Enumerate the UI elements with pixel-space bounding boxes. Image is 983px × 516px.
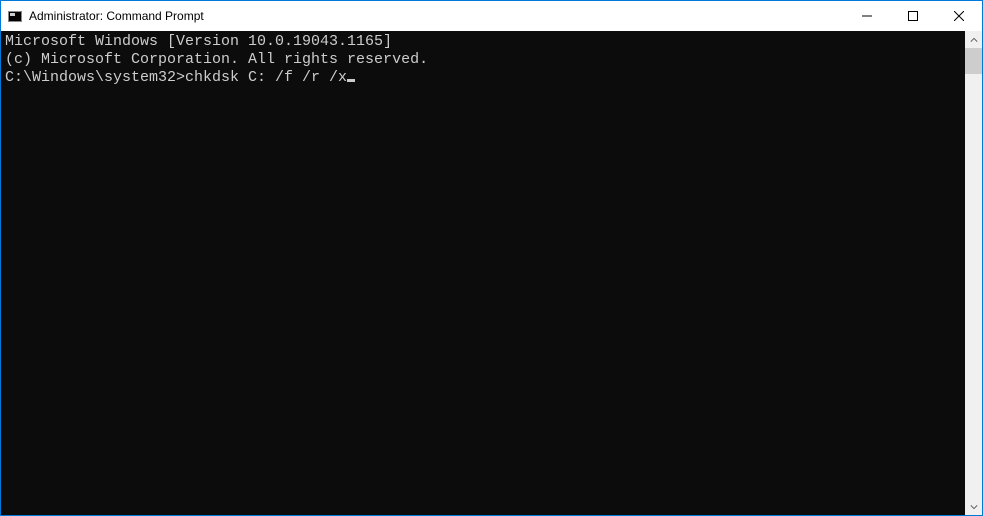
minimize-button[interactable] [844,1,890,31]
terminal-line: (c) Microsoft Corporation. All rights re… [5,51,961,69]
command-prompt-window: Administrator: Command Prompt Microsoft … [0,0,983,516]
scroll-track[interactable] [965,48,982,498]
minimize-icon [862,11,872,21]
titlebar[interactable]: Administrator: Command Prompt [1,1,982,31]
cmd-icon [7,8,23,24]
close-icon [954,11,964,21]
command-input: chkdsk C: /f /r /x [185,69,347,86]
terminal-prompt-line: C:\Windows\system32>chkdsk C: /f /r /x [5,69,961,87]
vertical-scrollbar[interactable] [965,31,982,515]
scroll-thumb[interactable] [965,48,982,74]
scroll-down-button[interactable] [965,498,982,515]
maximize-button[interactable] [890,1,936,31]
chevron-down-icon [970,503,978,511]
window-controls [844,1,982,31]
cursor [347,79,355,82]
scroll-up-button[interactable] [965,31,982,48]
title-left: Administrator: Command Prompt [7,8,204,24]
content-area: Microsoft Windows [Version 10.0.19043.11… [1,31,982,515]
terminal[interactable]: Microsoft Windows [Version 10.0.19043.11… [1,31,965,515]
terminal-line: Microsoft Windows [Version 10.0.19043.11… [5,33,961,51]
window-title: Administrator: Command Prompt [29,9,204,23]
close-button[interactable] [936,1,982,31]
chevron-up-icon [970,36,978,44]
maximize-icon [908,11,918,21]
prompt: C:\Windows\system32> [5,69,185,86]
